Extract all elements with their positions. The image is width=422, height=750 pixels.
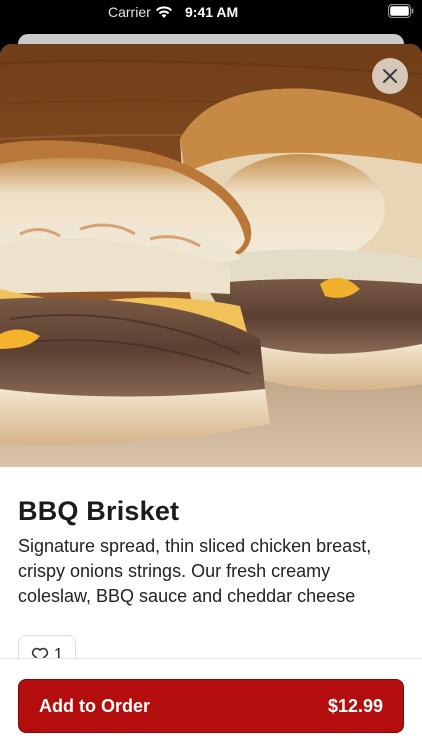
product-title: BBQ Brisket xyxy=(18,496,180,526)
carrier-label: Carrier xyxy=(108,4,151,20)
wifi-icon xyxy=(155,6,172,18)
bottom-bar: Add to Order $12.99 xyxy=(0,658,422,750)
status-bar: Carrier 9:41 AM xyxy=(0,0,422,26)
product-modal: BBQ Brisket Signature spread, thin slice… xyxy=(0,44,422,750)
battery-icon xyxy=(388,4,414,18)
status-left: Carrier xyxy=(108,4,173,20)
add-to-order-label: Add to Order xyxy=(39,695,150,716)
product-description: Signature spread, thin sliced chicken br… xyxy=(18,536,372,606)
screen: Carrier 9:41 AM BBQ Brisket Signature sp… xyxy=(0,0,422,750)
status-time: 9:41 AM xyxy=(185,4,239,20)
close-icon xyxy=(383,69,397,83)
close-button[interactable] xyxy=(372,58,408,94)
add-to-order-button[interactable]: Add to Order $12.99 xyxy=(18,679,404,733)
sandwich-photo xyxy=(0,44,422,467)
order-price: $12.99 xyxy=(327,695,383,716)
